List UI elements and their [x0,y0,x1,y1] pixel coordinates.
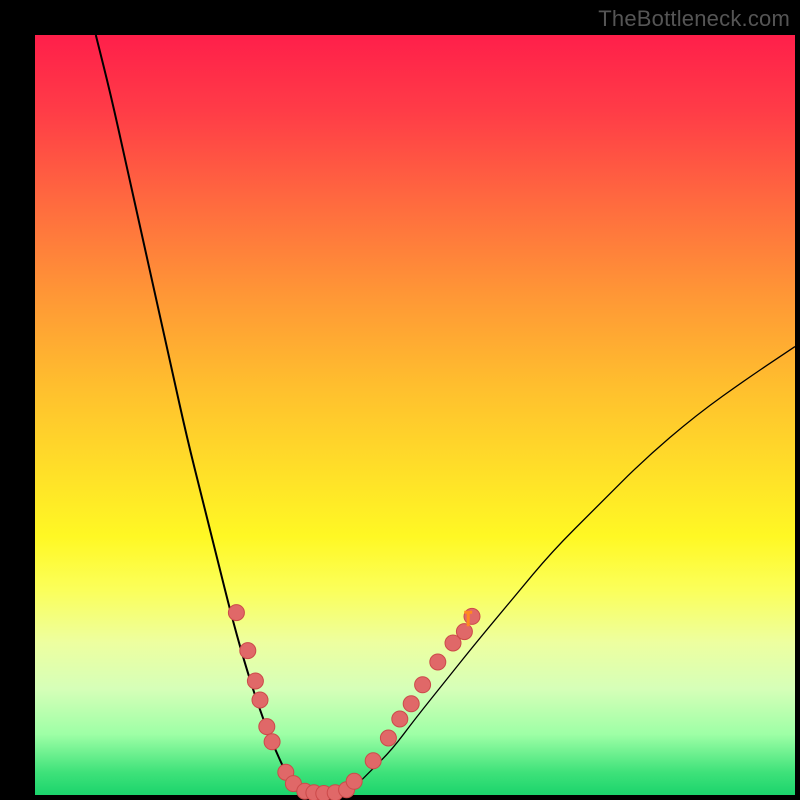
data-marker [228,605,244,621]
data-marker [346,773,362,789]
data-marker [259,719,275,735]
watermark-text: TheBottleneck.com [598,6,790,32]
data-marker [392,711,408,727]
curve-group [96,35,795,795]
data-marker [365,753,381,769]
bottleneck-curve [96,35,301,795]
data-marker [252,692,268,708]
data-marker [415,677,431,693]
data-marker [430,654,446,670]
data-marker [456,624,472,640]
data-marker [240,643,256,659]
plot-area [35,35,795,795]
data-marker [264,734,280,750]
marker-group [228,605,480,800]
curve-svg [35,35,795,795]
data-marker [403,696,419,712]
data-marker [247,673,263,689]
bottleneck-curve [339,347,795,795]
chart-frame: TheBottleneck.com [0,0,800,800]
data-marker [380,730,396,746]
